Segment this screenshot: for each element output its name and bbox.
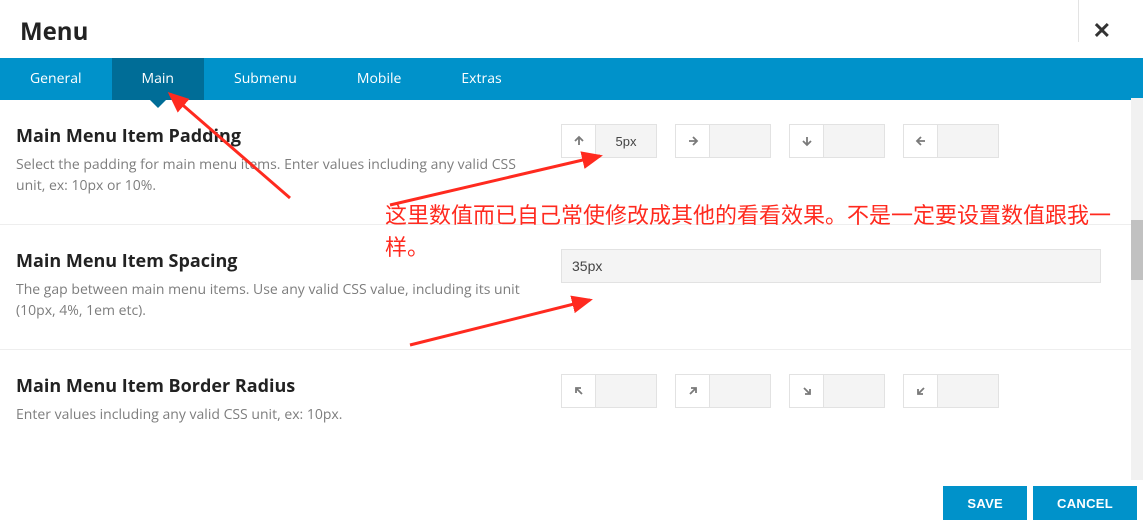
padding-bottom-cell xyxy=(789,124,885,158)
modal-title: Menu xyxy=(20,15,88,48)
tab-general[interactable]: General xyxy=(0,58,112,100)
field-title-radius: Main Menu Item Border Radius xyxy=(16,374,541,398)
tab-label: Extras xyxy=(461,69,501,88)
header-divider xyxy=(1078,0,1079,42)
tab-submenu[interactable]: Submenu xyxy=(204,58,327,100)
section-radius: Main Menu Item Border Radius Enter value… xyxy=(0,350,1143,435)
section-padding: Main Menu Item Padding Select the paddin… xyxy=(0,100,1143,225)
field-title-padding: Main Menu Item Padding xyxy=(16,124,541,148)
padding-bottom-input[interactable] xyxy=(824,125,884,157)
cancel-button[interactable]: CANCEL xyxy=(1033,486,1137,520)
radius-bl-input[interactable] xyxy=(938,375,998,407)
arrow-upright-icon xyxy=(676,375,710,407)
cancel-label: CANCEL xyxy=(1057,496,1113,511)
tab-label: Mobile xyxy=(357,69,402,88)
radius-bl-cell xyxy=(903,374,999,408)
tab-label: General xyxy=(30,69,82,88)
padding-top-input[interactable] xyxy=(596,125,656,157)
arrow-down-icon xyxy=(790,125,824,157)
content-scroll[interactable]: Main Menu Item Padding Select the paddin… xyxy=(0,100,1143,492)
save-label: SAVE xyxy=(967,496,1003,511)
padding-right-input[interactable] xyxy=(710,125,770,157)
scrollbar-track[interactable] xyxy=(1131,98,1143,480)
close-icon: ✕ xyxy=(1093,18,1111,43)
padding-right-cell xyxy=(675,124,771,158)
modal-header: Menu ✕ xyxy=(0,0,1143,58)
tab-mobile[interactable]: Mobile xyxy=(327,58,432,100)
modal-footer: SAVE CANCEL xyxy=(937,480,1143,526)
section-spacing: Main Menu Item Spacing The gap between m… xyxy=(0,225,1143,350)
padding-inputs xyxy=(561,124,1127,158)
arrow-downleft-icon xyxy=(904,375,938,407)
spacing-input[interactable] xyxy=(561,249,1101,283)
arrow-up-icon xyxy=(562,125,596,157)
arrow-downright-icon xyxy=(790,375,824,407)
close-button[interactable]: ✕ xyxy=(1085,14,1119,48)
padding-left-input[interactable] xyxy=(938,125,998,157)
radius-tl-cell xyxy=(561,374,657,408)
arrow-upleft-icon xyxy=(562,375,596,407)
save-button[interactable]: SAVE xyxy=(943,486,1027,520)
padding-left-cell xyxy=(903,124,999,158)
tab-bar: General Main Submenu Mobile Extras xyxy=(0,58,1143,100)
field-desc-spacing: The gap between main menu items. Use any… xyxy=(16,279,541,321)
radius-inputs xyxy=(561,374,1127,408)
tab-main[interactable]: Main xyxy=(112,58,205,100)
radius-br-cell xyxy=(789,374,885,408)
scrollbar-thumb[interactable] xyxy=(1131,220,1143,280)
radius-tl-input[interactable] xyxy=(596,375,656,407)
field-title-spacing: Main Menu Item Spacing xyxy=(16,249,541,273)
tab-extras[interactable]: Extras xyxy=(431,58,531,100)
padding-top-cell xyxy=(561,124,657,158)
settings-modal: Menu ✕ General Main Submenu Mobile Extra… xyxy=(0,0,1143,526)
radius-tr-input[interactable] xyxy=(710,375,770,407)
radius-br-input[interactable] xyxy=(824,375,884,407)
tab-label: Main xyxy=(142,69,175,88)
radius-tr-cell xyxy=(675,374,771,408)
field-desc-padding: Select the padding for main menu items. … xyxy=(16,154,541,196)
arrow-right-icon xyxy=(676,125,710,157)
field-desc-radius: Enter values including any valid CSS uni… xyxy=(16,404,541,425)
arrow-left-icon xyxy=(904,125,938,157)
tab-label: Submenu xyxy=(234,69,297,88)
